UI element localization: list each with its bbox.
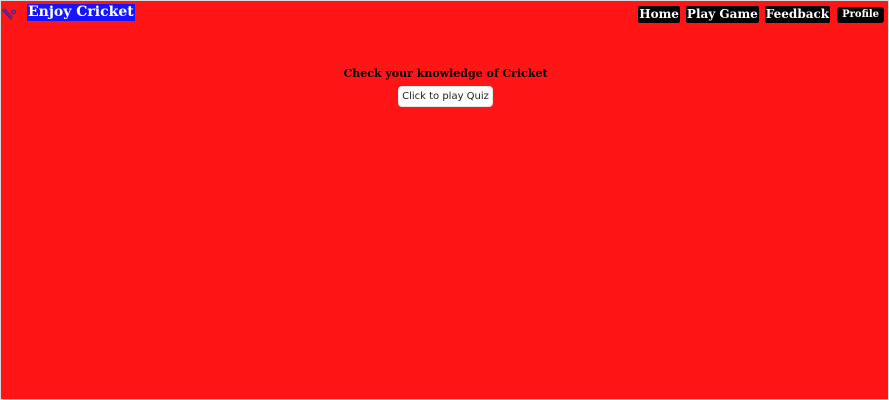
nav-feedback-link[interactable]: Feedback (764, 6, 831, 23)
profile-button[interactable]: Profile (837, 6, 884, 23)
nav-home-link[interactable]: Home (638, 6, 680, 23)
quiz-prompt: Check your knowledge of Cricket (343, 67, 548, 80)
main-content: Check your knowledge of Cricket Click to… (1, 65, 889, 107)
cricket-bat-icon[interactable] (1, 8, 17, 24)
play-quiz-button[interactable]: Click to play Quiz (398, 86, 493, 107)
site-title[interactable]: Enjoy Cricket (27, 4, 135, 21)
nav-play-game-link[interactable]: Play Game (685, 6, 759, 23)
header: Enjoy Cricket Home Play Game Feedback Pr… (1, 1, 889, 27)
main-nav: Home Play Game Feedback Profile (638, 6, 884, 23)
